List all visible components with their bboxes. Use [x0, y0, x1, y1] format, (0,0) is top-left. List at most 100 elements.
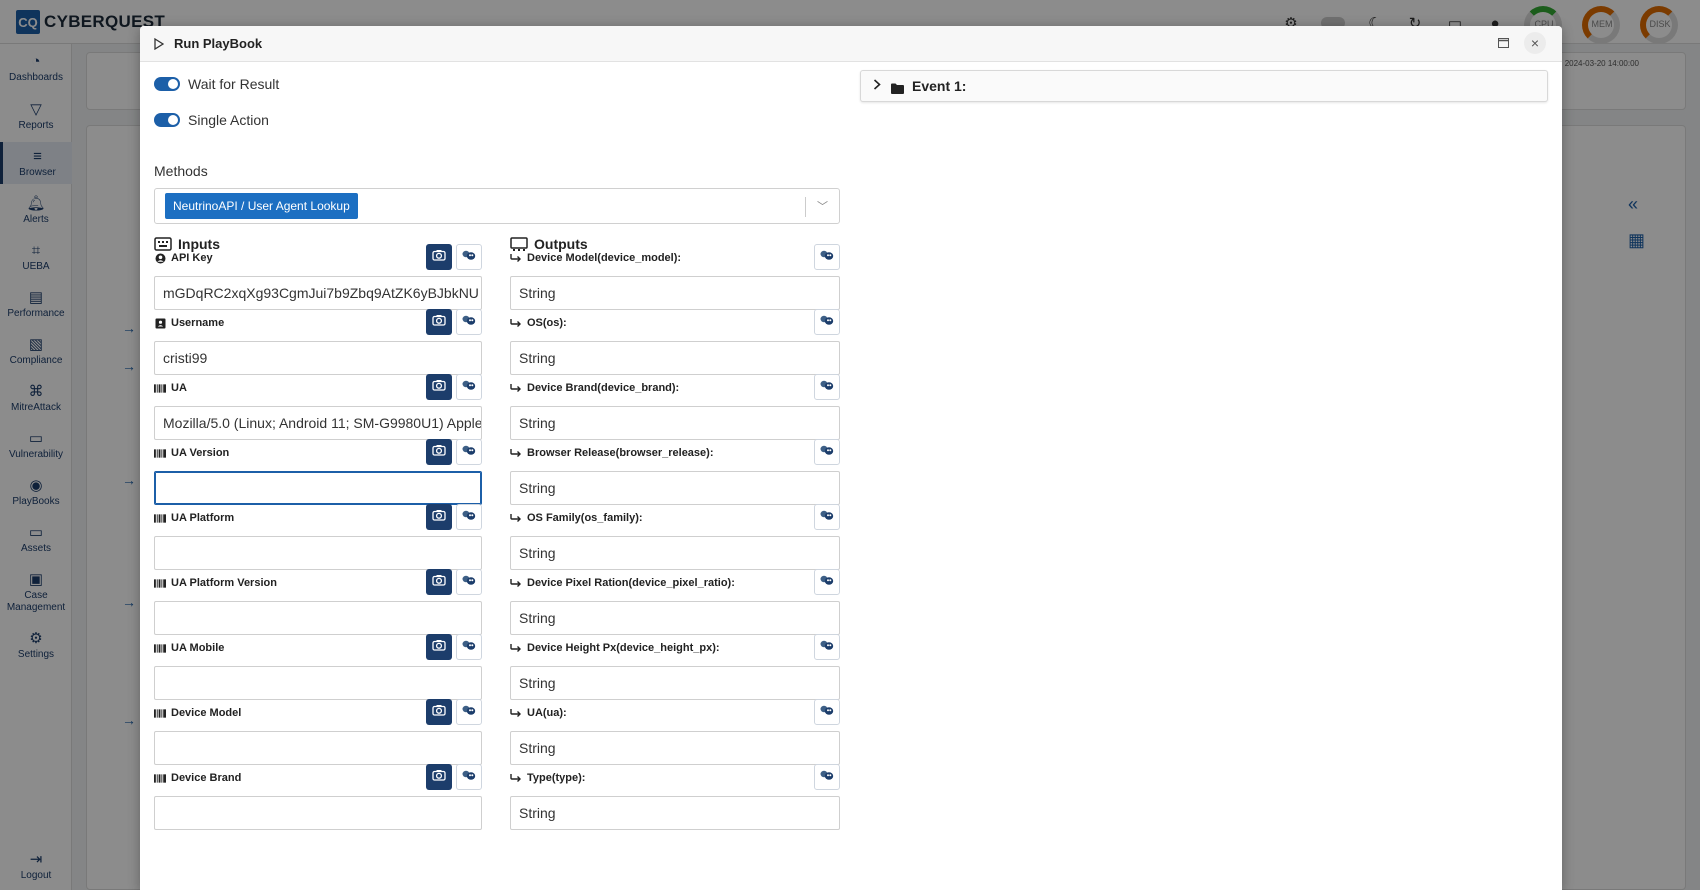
- capture-button[interactable]: [426, 374, 452, 400]
- paw-icon: [820, 313, 834, 331]
- selected-method-chip[interactable]: NeutrinoAPI / User Agent Lookup: [165, 193, 358, 219]
- methods-label: Methods: [154, 163, 208, 179]
- output-type-field[interactable]: String: [510, 796, 840, 830]
- camera-icon: [432, 508, 446, 526]
- input-field-row: UA Mobile: [154, 634, 482, 700]
- output-field-label: OS(os):: [510, 317, 567, 329]
- output-type-field[interactable]: String: [510, 666, 840, 700]
- output-type-field[interactable]: String: [510, 601, 840, 635]
- input-field[interactable]: mGDqRC2xqXg93CgmJui7b9Zbq9AtZK6yBJbkNU: [154, 276, 482, 310]
- barcode-icon: [154, 513, 166, 523]
- close-button[interactable]: ×: [1524, 32, 1546, 54]
- wait-for-result-toggle[interactable]: Wait for Result: [154, 76, 279, 92]
- variable-button[interactable]: [814, 764, 840, 790]
- event-1-panel[interactable]: Event 1:: [860, 70, 1548, 102]
- output-type-field[interactable]: String: [510, 276, 840, 310]
- input-label-text: Device Brand: [171, 772, 242, 784]
- input-field[interactable]: [154, 536, 482, 570]
- camera-icon: [432, 573, 446, 591]
- variable-button[interactable]: [456, 699, 482, 725]
- paw-icon: [462, 768, 476, 786]
- input-field-label: UA Platform Version: [154, 577, 277, 589]
- input-field[interactable]: [154, 666, 482, 700]
- output-type-field[interactable]: String: [510, 536, 840, 570]
- output-label-text: OS(os):: [527, 317, 567, 329]
- barcode-icon: [154, 773, 166, 783]
- input-field-label: Device Brand: [154, 772, 241, 784]
- output-arrow-icon: [510, 774, 522, 783]
- variable-button[interactable]: [814, 244, 840, 270]
- output-field-row: UA(ua): String: [510, 699, 840, 765]
- variable-button[interactable]: [814, 309, 840, 335]
- input-field[interactable]: cristi99: [154, 341, 482, 375]
- output-type-field[interactable]: String: [510, 341, 840, 375]
- barcode-icon: [154, 448, 166, 458]
- single-action-toggle[interactable]: Single Action: [154, 112, 269, 128]
- maximize-button[interactable]: [1492, 32, 1514, 54]
- single-action-label: Single Action: [188, 112, 269, 128]
- variable-button[interactable]: [814, 439, 840, 465]
- camera-icon: [432, 768, 446, 786]
- input-field-label: Device Model: [154, 707, 241, 719]
- input-label-text: UA Mobile: [171, 642, 225, 654]
- input-field[interactable]: [154, 471, 482, 505]
- output-label-text: Browser Release(browser_release):: [527, 447, 714, 459]
- output-label-text: Type(type):: [527, 772, 586, 784]
- output-label-text: UA(ua):: [527, 707, 567, 719]
- capture-button[interactable]: [426, 244, 452, 270]
- variable-button[interactable]: [456, 374, 482, 400]
- output-field-row: Device Model(device_model): String: [510, 244, 840, 310]
- chevron-right-icon[interactable]: [873, 79, 881, 93]
- input-field[interactable]: [154, 796, 482, 830]
- output-arrow-icon: [510, 709, 522, 718]
- input-field[interactable]: [154, 601, 482, 635]
- capture-button[interactable]: [426, 764, 452, 790]
- barcode-icon: [154, 578, 166, 588]
- capture-button[interactable]: [426, 699, 452, 725]
- paw-icon: [462, 313, 476, 331]
- variable-button[interactable]: [814, 634, 840, 660]
- capture-button[interactable]: [426, 569, 452, 595]
- input-field-row: API Key mGDqRC2xqXg93CgmJui7b9Zbq9AtZK6yB…: [154, 244, 482, 310]
- output-arrow-icon: [510, 254, 522, 263]
- input-field[interactable]: [154, 731, 482, 765]
- input-label-text: Username: [171, 317, 225, 329]
- variable-button[interactable]: [456, 634, 482, 660]
- paw-icon: [462, 443, 476, 461]
- variable-button[interactable]: [456, 309, 482, 335]
- output-field-label: OS Family(os_family):: [510, 512, 643, 524]
- close-icon: ×: [1530, 35, 1540, 51]
- capture-button[interactable]: [426, 309, 452, 335]
- variable-button[interactable]: [814, 374, 840, 400]
- variable-button[interactable]: [814, 699, 840, 725]
- output-type-field[interactable]: String: [510, 731, 840, 765]
- variable-button[interactable]: [456, 439, 482, 465]
- input-field-label: UA Platform: [154, 512, 234, 524]
- input-field-row: UA Platform: [154, 504, 482, 570]
- chevron-down-icon[interactable]: ﹀: [817, 198, 828, 214]
- output-field-label: Device Brand(device_brand):: [510, 382, 679, 394]
- output-label-text: Device Height Px(device_height_px):: [527, 642, 720, 654]
- toggle-switch[interactable]: [154, 77, 180, 91]
- output-arrow-icon: [510, 384, 522, 393]
- variable-button[interactable]: [456, 244, 482, 270]
- methods-select[interactable]: NeutrinoAPI / User Agent Lookup ﹀: [154, 188, 840, 224]
- variable-button[interactable]: [456, 504, 482, 530]
- capture-button[interactable]: [426, 439, 452, 465]
- output-type-field[interactable]: String: [510, 406, 840, 440]
- modal-title: Run PlayBook: [174, 36, 263, 51]
- variable-button[interactable]: [456, 764, 482, 790]
- input-field-row: UA Mozilla/5.0 (Linux; Android 11; SM-G99…: [154, 374, 482, 440]
- variable-button[interactable]: [814, 504, 840, 530]
- variable-button[interactable]: [456, 569, 482, 595]
- variable-button[interactable]: [814, 569, 840, 595]
- toggle-switch[interactable]: [154, 113, 180, 127]
- capture-button[interactable]: [426, 634, 452, 660]
- input-label-text: UA Version: [171, 447, 230, 459]
- output-field-label: Device Height Px(device_height_px):: [510, 642, 720, 654]
- output-type-field[interactable]: String: [510, 471, 840, 505]
- input-field[interactable]: Mozilla/5.0 (Linux; Android 11; SM-G9980…: [154, 406, 482, 440]
- output-field-label: UA(ua):: [510, 707, 567, 719]
- capture-button[interactable]: [426, 504, 452, 530]
- input-field-label: UA Version: [154, 447, 229, 459]
